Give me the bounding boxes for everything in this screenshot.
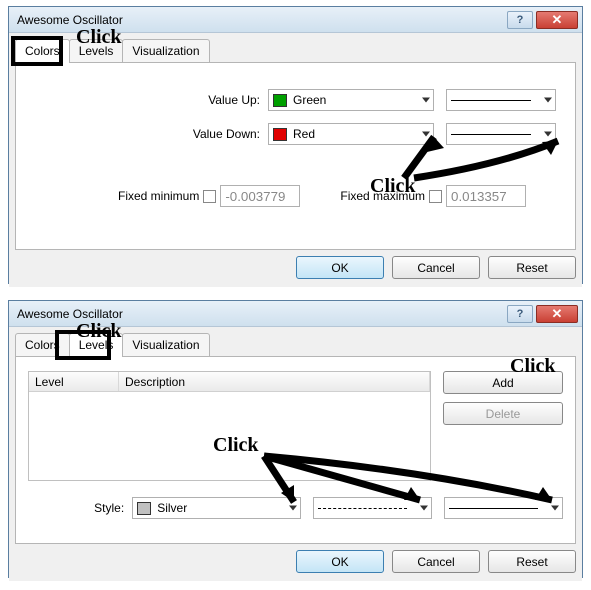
tab-colors[interactable]: Colors [15, 333, 70, 357]
green-swatch [273, 94, 287, 107]
close-button[interactable]: ✕ [536, 305, 578, 323]
fixed-minimum-label: Fixed minimum [118, 189, 199, 203]
value-down-color-combo[interactable]: Red [268, 123, 434, 145]
style-color-text: Silver [157, 501, 187, 515]
silver-swatch [137, 502, 151, 515]
tab-levels[interactable]: Levels [69, 333, 124, 357]
tab-visualization[interactable]: Visualization [122, 333, 209, 357]
chevron-down-icon [544, 98, 552, 103]
style-linewidth-combo[interactable] [444, 497, 563, 519]
column-header-description[interactable]: Description [119, 372, 430, 391]
tab-colors[interactable]: Colors [15, 39, 70, 63]
reset-button[interactable]: Reset [488, 550, 576, 573]
tab-visualization[interactable]: Visualization [122, 39, 209, 63]
tab-strip: Colors Levels Visualization [15, 333, 576, 357]
style-label: Style: [28, 501, 132, 515]
fixed-minimum-input[interactable] [220, 185, 300, 207]
value-down-label: Value Down: [28, 127, 268, 141]
ok-button[interactable]: OK [296, 550, 384, 573]
value-up-label: Value Up: [28, 93, 268, 107]
line-preview [451, 134, 531, 135]
chevron-down-icon [551, 506, 559, 511]
line-preview [449, 508, 538, 509]
cancel-button[interactable]: Cancel [392, 550, 480, 573]
titlebar: Awesome Oscillator ? ✕ [9, 7, 582, 33]
value-up-color-combo[interactable]: Green [268, 89, 434, 111]
levels-listview[interactable]: Level Description [28, 371, 431, 481]
column-header-level[interactable]: Level [29, 372, 119, 391]
delete-button[interactable]: Delete [443, 402, 563, 425]
window-title: Awesome Oscillator [17, 13, 504, 27]
help-button[interactable]: ? [507, 11, 533, 29]
dialog-awesome-oscillator-levels: Awesome Oscillator ? ✕ Colors Levels Vis… [8, 300, 583, 578]
chevron-down-icon [289, 506, 297, 511]
fixed-maximum-checkbox[interactable] [429, 190, 442, 203]
line-preview [451, 100, 531, 101]
style-color-combo[interactable]: Silver [132, 497, 301, 519]
tab-levels[interactable]: Levels [69, 39, 124, 63]
cancel-button[interactable]: Cancel [392, 256, 480, 279]
fixed-maximum-label: Fixed maximum [340, 189, 425, 203]
style-linestyle-combo[interactable] [313, 497, 432, 519]
value-up-linewidth-combo[interactable] [446, 89, 556, 111]
red-swatch [273, 128, 287, 141]
value-up-color-text: Green [293, 93, 326, 107]
ok-button[interactable]: OK [296, 256, 384, 279]
close-button[interactable]: ✕ [536, 11, 578, 29]
titlebar: Awesome Oscillator ? ✕ [9, 301, 582, 327]
value-down-color-text: Red [293, 127, 315, 141]
fixed-minimum-checkbox[interactable] [203, 190, 216, 203]
value-down-linewidth-combo[interactable] [446, 123, 556, 145]
chevron-down-icon [422, 98, 430, 103]
chevron-down-icon [422, 132, 430, 137]
dialog-awesome-oscillator-colors: Awesome Oscillator ? ✕ Colors Levels Vis… [8, 6, 583, 284]
reset-button[interactable]: Reset [488, 256, 576, 279]
line-preview-dashed [318, 508, 407, 509]
fixed-maximum-input[interactable] [446, 185, 526, 207]
chevron-down-icon [544, 132, 552, 137]
help-button[interactable]: ? [507, 305, 533, 323]
window-title: Awesome Oscillator [17, 307, 504, 321]
chevron-down-icon [420, 506, 428, 511]
add-button[interactable]: Add [443, 371, 563, 394]
tab-strip: Colors Levels Visualization [15, 39, 576, 63]
